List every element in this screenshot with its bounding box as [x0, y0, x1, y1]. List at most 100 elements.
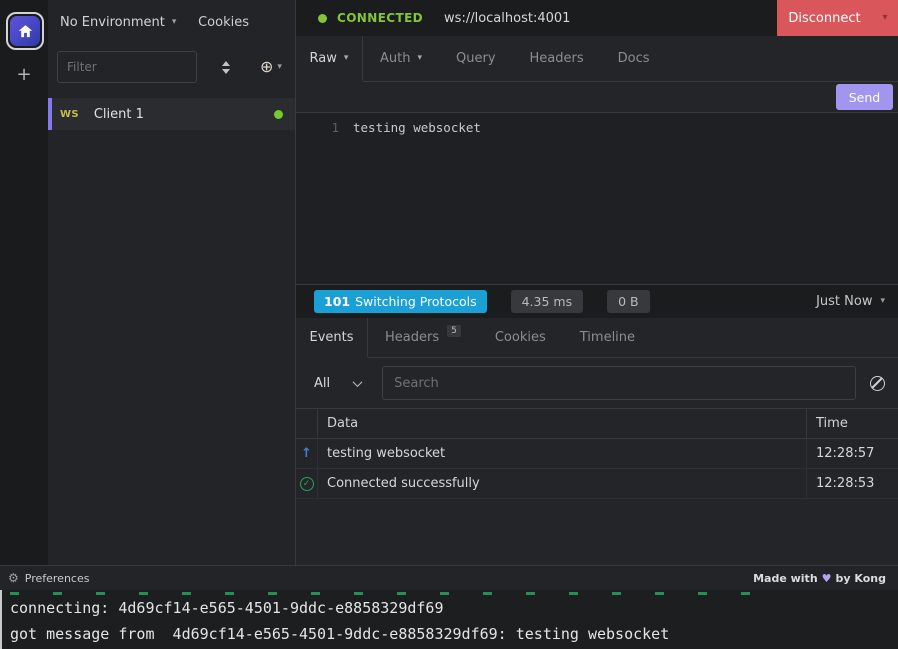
environment-selector[interactable]: No Environment ▾: [60, 15, 176, 30]
gear-icon: ⚙: [8, 572, 19, 584]
event-row-sent[interactable]: ↑ testing websocket 12:28:57: [296, 439, 898, 469]
activity-bar: +: [0, 0, 48, 565]
disconnect-button-group: Disconnect ▾: [777, 0, 898, 36]
tab-auth[interactable]: Auth ▾: [363, 36, 439, 81]
sidebar-item-client-1[interactable]: WS Client 1: [48, 98, 295, 130]
chevron-down-icon: ▾: [344, 54, 349, 63]
events-table-header: Data Time: [296, 409, 898, 439]
send-button[interactable]: Send: [836, 84, 893, 110]
by-kong-label: by Kong: [836, 572, 886, 585]
chevron-down-icon: ▾: [277, 63, 282, 72]
response-status-bar: 101 Switching Protocols 4.35 ms 0 B Just…: [296, 284, 898, 318]
data-column-header: Data: [318, 409, 806, 438]
tab-headers[interactable]: Headers: [513, 36, 601, 81]
time-column-header: Time: [806, 409, 898, 438]
made-with-label: Made with: [753, 572, 818, 585]
chevron-down-icon: [353, 377, 363, 387]
tab-response-cookies[interactable]: Cookies: [478, 318, 563, 357]
home-button[interactable]: [6, 12, 44, 50]
home-icon: [10, 16, 40, 46]
tab-events[interactable]: Events: [296, 318, 368, 357]
message-sent-icon: ↑: [301, 446, 312, 461]
tab-raw-label: Raw: [310, 51, 337, 66]
connection-success-icon: ✓: [300, 477, 314, 491]
terminal-clipped-green-text: [10, 592, 778, 595]
made-with-kong: Made with ♥ by Kong: [753, 572, 886, 585]
headers-count-badge: 5: [447, 325, 461, 337]
chevron-down-icon: ▾: [417, 54, 422, 63]
event-type-value: All: [314, 376, 330, 391]
sort-up-icon: [222, 61, 230, 66]
events-filter-row: All: [296, 358, 898, 408]
clear-events-button[interactable]: [870, 376, 885, 391]
add-request-button[interactable]: ⊕ ▾: [260, 59, 282, 75]
tab-docs[interactable]: Docs: [601, 36, 667, 81]
event-time: 12:28:53: [806, 469, 898, 498]
status-code-badge: 101 Switching Protocols: [314, 290, 487, 313]
filter-input[interactable]: [57, 51, 197, 83]
tab-timeline[interactable]: Timeline: [563, 318, 652, 357]
event-data: Connected successfully: [318, 469, 806, 498]
connected-status-dot: [318, 14, 327, 23]
tab-auth-label: Auth: [380, 51, 410, 66]
tab-timeline-label: Timeline: [580, 330, 635, 345]
tab-response-cookies-label: Cookies: [495, 330, 546, 345]
editor-line: 1 testing websocket: [296, 119, 898, 136]
tab-raw[interactable]: Raw ▾: [296, 36, 363, 81]
line-number: 1: [296, 119, 339, 136]
sidebar-filter-row: ⊕ ▾: [48, 44, 295, 90]
plus-circle-icon: ⊕: [260, 59, 273, 75]
tab-response-headers[interactable]: Headers 5: [368, 318, 478, 357]
tab-events-label: Events: [309, 330, 353, 345]
preferences-button[interactable]: ⚙ Preferences: [8, 572, 89, 585]
event-row-connected[interactable]: ✓ Connected successfully 12:28:53: [296, 469, 898, 499]
sidebar: No Environment ▾ Cookies ⊕ ▾ WS Client 1: [48, 0, 295, 565]
preferences-label: Preferences: [25, 572, 90, 585]
terminal-window[interactable]: connecting: 4d69cf14-e565-4501-9ddc-e885…: [0, 590, 898, 649]
event-type-select[interactable]: All: [304, 376, 371, 391]
tab-response-headers-label: Headers: [385, 330, 439, 345]
tab-docs-label: Docs: [618, 51, 650, 66]
event-search-input[interactable]: [382, 366, 856, 400]
terminal-line: connecting: 4d69cf14-e565-4501-9ddc-e885…: [2, 595, 898, 621]
event-data: testing websocket: [318, 439, 806, 468]
client-name: Client 1: [94, 107, 144, 122]
cookies-button[interactable]: Cookies: [198, 15, 249, 30]
terminal-line: got message from 4d69cf14-e565-4501-9ddc…: [2, 621, 898, 647]
send-row: Send: [296, 82, 898, 112]
icon-column-header: [296, 409, 318, 438]
sort-down-icon: [222, 69, 230, 74]
status-footer: ⚙ Preferences Made with ♥ by Kong: [0, 565, 898, 590]
chevron-down-icon: ▾: [880, 297, 885, 306]
insomnia-app-window: + No Environment ▾ Cookies ⊕ ▾ WS Client…: [0, 0, 898, 649]
environment-label: No Environment: [60, 15, 165, 30]
recency-label: Just Now: [816, 294, 872, 309]
status-reason: Switching Protocols: [355, 294, 477, 309]
websocket-url-field[interactable]: ws://localhost:4001: [444, 11, 570, 26]
response-tab-bar: Events Headers 5 Cookies Timeline: [296, 318, 898, 358]
request-tab-bar: Raw ▾ Auth ▾ Query Headers Docs: [296, 36, 898, 82]
tab-query[interactable]: Query: [439, 36, 513, 81]
response-time-badge: 4.35 ms: [511, 290, 584, 313]
disconnect-options-button[interactable]: ▾: [872, 0, 898, 36]
events-table: Data Time ↑ testing websocket 12:28:57 ✓…: [296, 408, 898, 499]
status-code: 101: [324, 294, 350, 309]
websocket-url-bar: CONNECTED ws://localhost:4001 Disconnect…: [296, 0, 898, 36]
terminal-clipped-line: [2, 590, 898, 595]
connection-status-label: CONNECTED: [337, 11, 423, 25]
main-panel: CONNECTED ws://localhost:4001 Disconnect…: [295, 0, 898, 565]
sort-button[interactable]: [218, 57, 234, 78]
sidebar-header: No Environment ▾ Cookies: [48, 0, 295, 44]
heart-icon: ♥: [822, 572, 832, 585]
ws-method-badge: WS: [60, 109, 79, 120]
message-editor[interactable]: 1 testing websocket: [296, 112, 898, 284]
add-project-button[interactable]: +: [0, 62, 48, 86]
tab-headers-label: Headers: [530, 51, 584, 66]
response-history-dropdown[interactable]: Just Now ▾: [816, 294, 885, 309]
event-time: 12:28:57: [806, 439, 898, 468]
tab-query-label: Query: [456, 51, 496, 66]
response-size-badge: 0 B: [607, 290, 650, 313]
editor-text: testing websocket: [353, 119, 481, 136]
disconnect-button[interactable]: Disconnect: [777, 0, 872, 36]
chevron-down-icon: ▾: [172, 18, 177, 27]
